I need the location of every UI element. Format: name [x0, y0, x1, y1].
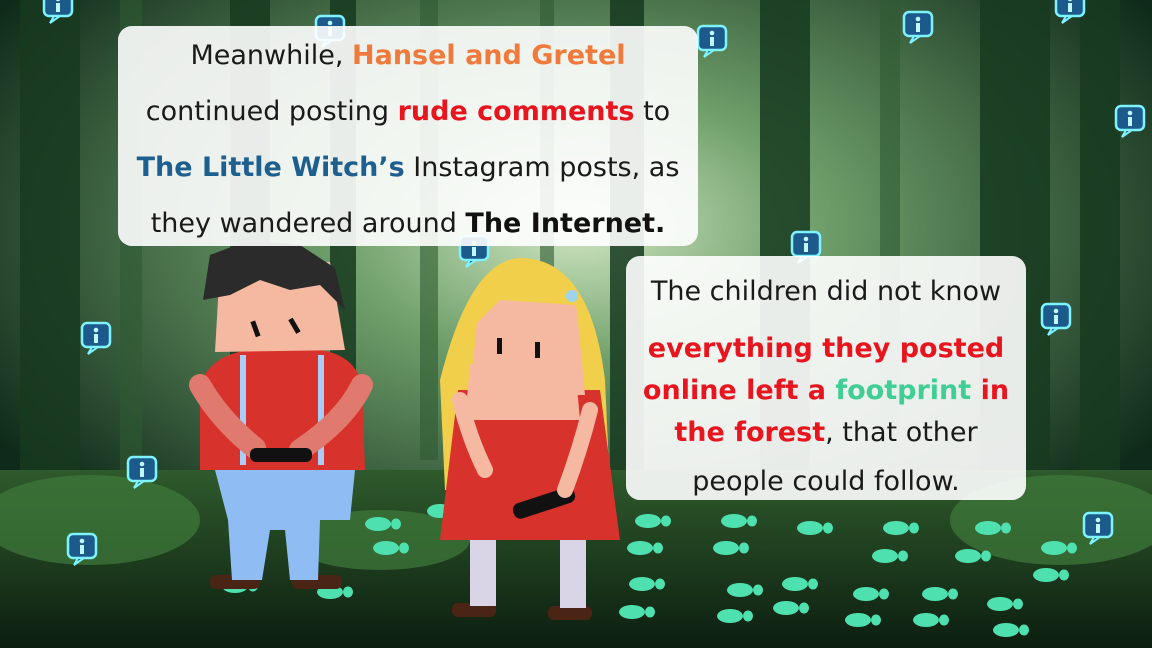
narration-bubble-right: The children did not know everything the…: [626, 256, 1026, 500]
highlight-little-witch: The Little Witch’s: [136, 152, 405, 183]
narration-line: Meanwhile, Hansel and Gretel: [118, 28, 698, 84]
narration-line: The children did not know: [650, 276, 1002, 307]
text: continued posting: [145, 96, 398, 127]
highlight-in: in: [971, 375, 1010, 406]
text: they wandered around: [150, 208, 466, 239]
text: Meanwhile,: [190, 40, 353, 71]
text: , that other: [825, 417, 978, 448]
smartphone-icon: [250, 448, 312, 462]
narration-line: people could follow.: [692, 466, 960, 497]
narration-line: the forest, that other: [626, 412, 1026, 454]
narration-line: they wandered around The Internet.: [118, 196, 698, 252]
highlight-footprint: footprint: [835, 375, 972, 406]
narration-line: The Little Witch’s Instagram posts, as: [118, 140, 698, 196]
highlight-online-left: online left a: [642, 375, 836, 406]
narration-line: online left a footprint in: [626, 370, 1026, 412]
highlight-the-forest: the forest: [674, 417, 826, 448]
text: to: [634, 96, 671, 127]
highlight-rude-comments: rude comments: [397, 96, 635, 127]
highlight-everything-posted: everything they posted: [647, 333, 1005, 364]
highlight-the-internet: The Internet.: [465, 208, 666, 239]
narration-bubble-top: Meanwhile, Hansel and Gretel continued p…: [118, 26, 698, 246]
highlight-hansel-gretel: Hansel and Gretel: [352, 40, 626, 71]
text: Instagram posts, as: [404, 152, 680, 183]
narration-line: continued posting rude comments to: [118, 84, 698, 140]
